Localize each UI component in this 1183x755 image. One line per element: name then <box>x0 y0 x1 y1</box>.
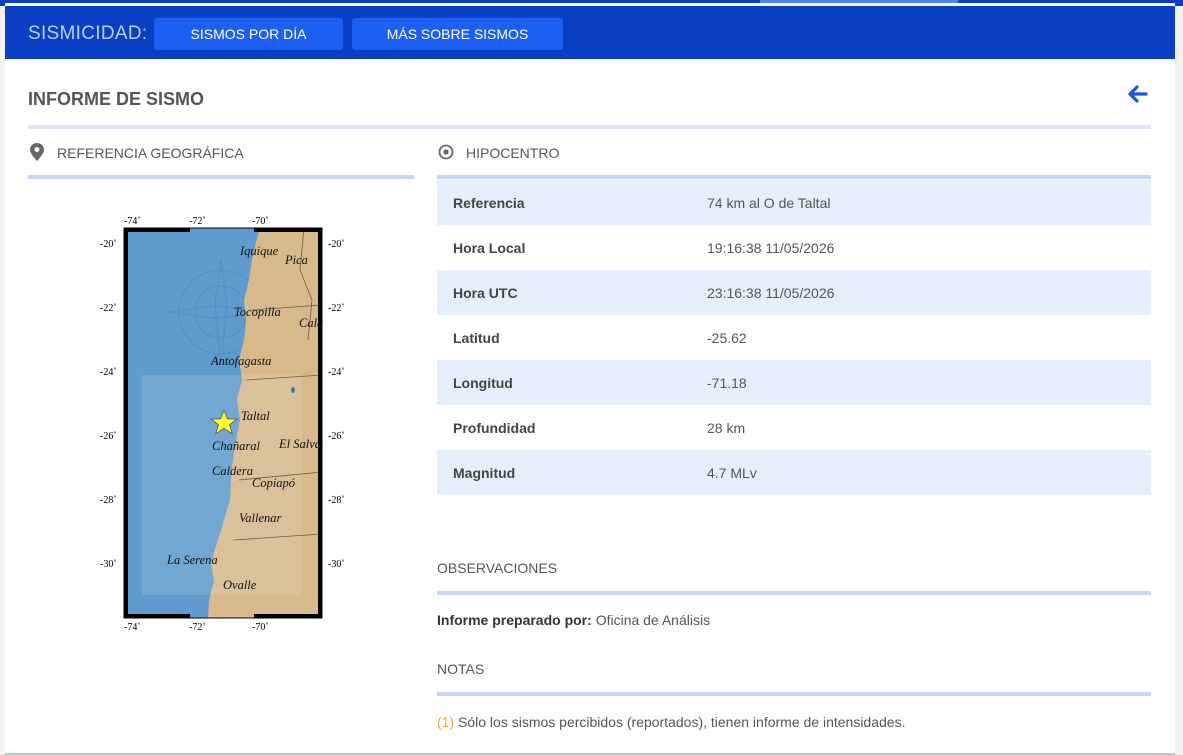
place-pica: Pica <box>284 253 308 267</box>
hypocenter-heading: HIPOCENTRO <box>466 145 560 161</box>
place-chanaral: Chañaral <box>212 439 260 453</box>
geo-heading: REFERENCIA GEOGRÁFICA <box>57 145 244 161</box>
place-iquique: Iquique <box>239 244 279 258</box>
table-row: Longitud -71.18 <box>437 360 1151 405</box>
place-vallenar: Vallenar <box>239 511 281 525</box>
lat-tick-right-22: -22˚ <box>328 303 345 314</box>
lat-tick-left-26: -26˚ <box>100 431 117 442</box>
place-antofagasta: Antofagasta <box>210 354 271 368</box>
lon-tick-bottom-72: -72˚ <box>189 622 206 633</box>
navbar: SISMICIDAD: SISMOS POR DÍA MÁS SOBRE SIS… <box>5 6 1175 59</box>
place-cala: Cala <box>299 316 323 330</box>
observations-heading-line <box>437 591 1151 595</box>
row-value-magnitud: 4.7 MLv <box>707 464 757 481</box>
lon-tick-top-74: -74˚ <box>124 216 141 227</box>
row-label-hora-local: Hora Local <box>453 239 526 256</box>
row-label-longitud: Longitud <box>453 374 513 391</box>
note-text: Sólo los sismos percibidos (reportados),… <box>458 714 906 730</box>
page: SISMICIDAD: SISMOS POR DÍA MÁS SOBRE SIS… <box>5 3 1175 755</box>
prepared-by-value: Oficina de Análisis <box>595 612 711 628</box>
mas-sobre-sismos-button[interactable]: MÁS SOBRE SISMOS <box>352 18 563 50</box>
lat-tick-left-22: -22˚ <box>100 303 117 314</box>
lon-tick-bottom-70: -70˚ <box>252 622 269 633</box>
prepared-by: Informe preparado por: Oficina de Anális… <box>437 612 710 628</box>
note-number: (1) <box>437 714 455 730</box>
place-caldera: Caldera <box>212 464 253 478</box>
row-label-magnitud: Magnitud <box>453 464 516 481</box>
row-value-hora-utc: 23:16:38 11/05/2026 <box>707 284 835 301</box>
table-row: Referencia 74 km al O de Taltal <box>437 180 1151 225</box>
hypocenter-table: Referencia 74 km al O de Taltal Hora Loca… <box>437 180 1151 495</box>
row-value-referencia: 74 km al O de Taltal <box>707 194 831 211</box>
row-value-latitud: -25.62 <box>707 329 747 346</box>
notes-heading-line <box>437 692 1151 696</box>
table-row: Hora Local 19:16:38 11/05/2026 <box>437 225 1151 270</box>
lat-tick-left-20: -20˚ <box>100 239 117 250</box>
row-label-latitud: Latitud <box>453 329 500 346</box>
lat-tick-left-24: -24˚ <box>100 367 117 378</box>
place-tocopilla: Tocopilla <box>234 305 281 319</box>
back-arrow-icon[interactable] <box>1127 83 1149 105</box>
lat-tick-right-26: -26˚ <box>328 431 345 442</box>
note-item: (1) Sólo los sismos percibidos (reportad… <box>437 714 905 730</box>
prepared-by-label: Informe preparado por: <box>437 612 592 628</box>
lat-tick-right-24: -24˚ <box>328 367 345 378</box>
page-title: INFORME DE SISMO <box>28 89 205 109</box>
lat-tick-left-30: -30˚ <box>100 559 117 570</box>
row-value-hora-local: 19:16:38 11/05/2026 <box>707 239 835 256</box>
lat-tick-right-20: -20˚ <box>328 239 345 250</box>
lon-tick-top-72: -72˚ <box>189 216 206 227</box>
place-el-salva: El Salva <box>278 437 321 451</box>
epicenter-map: -74˚ -72˚ -70˚ -74˚ -72˚ -70˚ -20˚ -22˚ … <box>100 216 345 633</box>
row-label-hora-utc: Hora UTC <box>453 284 518 301</box>
nav-title: SISMICIDAD: <box>28 23 148 44</box>
notes-heading: NOTAS <box>437 661 485 677</box>
place-copiapo: Copiapó <box>252 476 296 490</box>
lon-tick-bottom-74: -74˚ <box>124 622 141 633</box>
sismos-por-dia-button[interactable]: SISMOS POR DÍA <box>154 18 343 50</box>
lake <box>291 387 295 393</box>
table-row: Latitud -25.62 <box>437 315 1151 360</box>
lat-tick-left-28: -28˚ <box>100 495 117 506</box>
map-pin-icon <box>30 143 44 161</box>
row-value-longitud: -71.18 <box>707 374 747 391</box>
table-row: Profundidad 28 km <box>437 405 1151 450</box>
place-la-serena: La Serena <box>166 553 218 567</box>
table-row: Magnitud 4.7 MLv <box>437 450 1151 495</box>
observations-heading: OBSERVACIONES <box>437 560 558 576</box>
hypocenter-heading-line <box>437 175 1151 179</box>
row-value-profundidad: 28 km <box>707 419 746 436</box>
table-row: Hora UTC 23:16:38 11/05/2026 <box>437 270 1151 315</box>
lat-tick-right-30: -30˚ <box>328 559 345 570</box>
place-taltal: Taltal <box>241 409 270 423</box>
place-ovalle: Ovalle <box>223 578 257 592</box>
target-icon <box>438 144 454 160</box>
row-label-referencia: Referencia <box>453 194 525 211</box>
lat-tick-right-28: -28˚ <box>328 495 345 506</box>
title-divider <box>28 125 1151 129</box>
row-label-profundidad: Profundidad <box>453 419 536 436</box>
geo-heading-line <box>28 175 414 179</box>
lon-tick-top-70: -70˚ <box>252 216 269 227</box>
